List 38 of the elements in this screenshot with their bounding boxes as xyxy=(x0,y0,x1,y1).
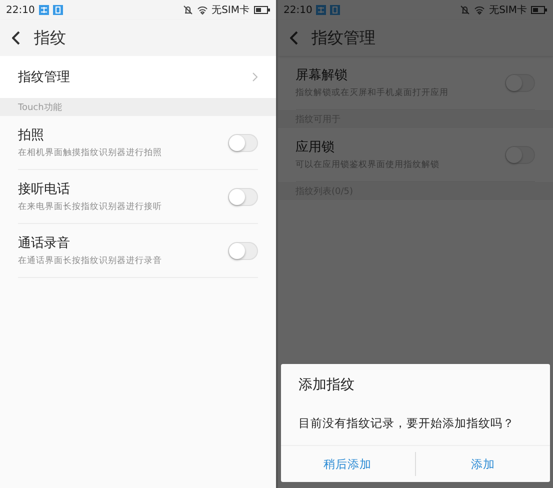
notification-icon xyxy=(52,5,63,15)
toggle-switch[interactable] xyxy=(505,146,535,164)
battery-icon xyxy=(254,6,270,14)
wifi-icon xyxy=(196,6,208,14)
settings-row[interactable]: 指纹管理 xyxy=(0,56,276,98)
row-title: 应用锁 xyxy=(296,139,336,156)
battery-icon xyxy=(531,6,547,14)
section-header: Touch功能 xyxy=(0,98,276,116)
row-title: 拍照 xyxy=(18,127,45,144)
toggle-switch[interactable] xyxy=(505,74,535,92)
row-title: 指纹管理 xyxy=(18,69,70,86)
wifi-icon xyxy=(474,6,486,14)
row-title: 接听电话 xyxy=(18,181,71,198)
dialog-button[interactable]: 添加 xyxy=(414,452,550,476)
row-title: 通话录音 xyxy=(18,235,71,252)
row-title: 屏幕解锁 xyxy=(296,67,348,84)
dialog-message: 目前没有指纹记录，要开始添加指纹吗？ xyxy=(298,415,516,432)
toggle-switch[interactable] xyxy=(228,134,258,152)
row-description: 在来电界面长按指纹识别器进行接听 xyxy=(18,201,162,213)
row-description: 在通话界面长按指纹识别器进行录音 xyxy=(18,255,162,267)
dialog-title: 添加指纹 xyxy=(298,376,356,394)
dialog-button[interactable]: 稍后添加 xyxy=(280,452,415,476)
carrier-text: 无SIM卡 xyxy=(489,4,527,17)
notification-icon xyxy=(38,5,49,15)
bell-off-icon xyxy=(460,5,470,15)
back-icon[interactable] xyxy=(12,31,20,45)
page-title: 指纹 xyxy=(34,28,66,48)
carrier-text: 无SIM卡 xyxy=(212,4,250,17)
status-time: 22:10 xyxy=(284,4,312,16)
notification-icon xyxy=(316,5,326,15)
chevron-right-icon xyxy=(252,72,258,82)
page-title: 指纹管理 xyxy=(312,28,376,48)
toggle-switch[interactable] xyxy=(228,188,258,206)
notification-icon xyxy=(330,5,340,15)
toggle-switch[interactable] xyxy=(228,242,258,260)
bell-off-icon xyxy=(182,5,193,15)
row-description: 在相机界面触摸指纹识别器进行拍照 xyxy=(18,147,162,159)
status-time: 22:10 xyxy=(6,4,35,16)
